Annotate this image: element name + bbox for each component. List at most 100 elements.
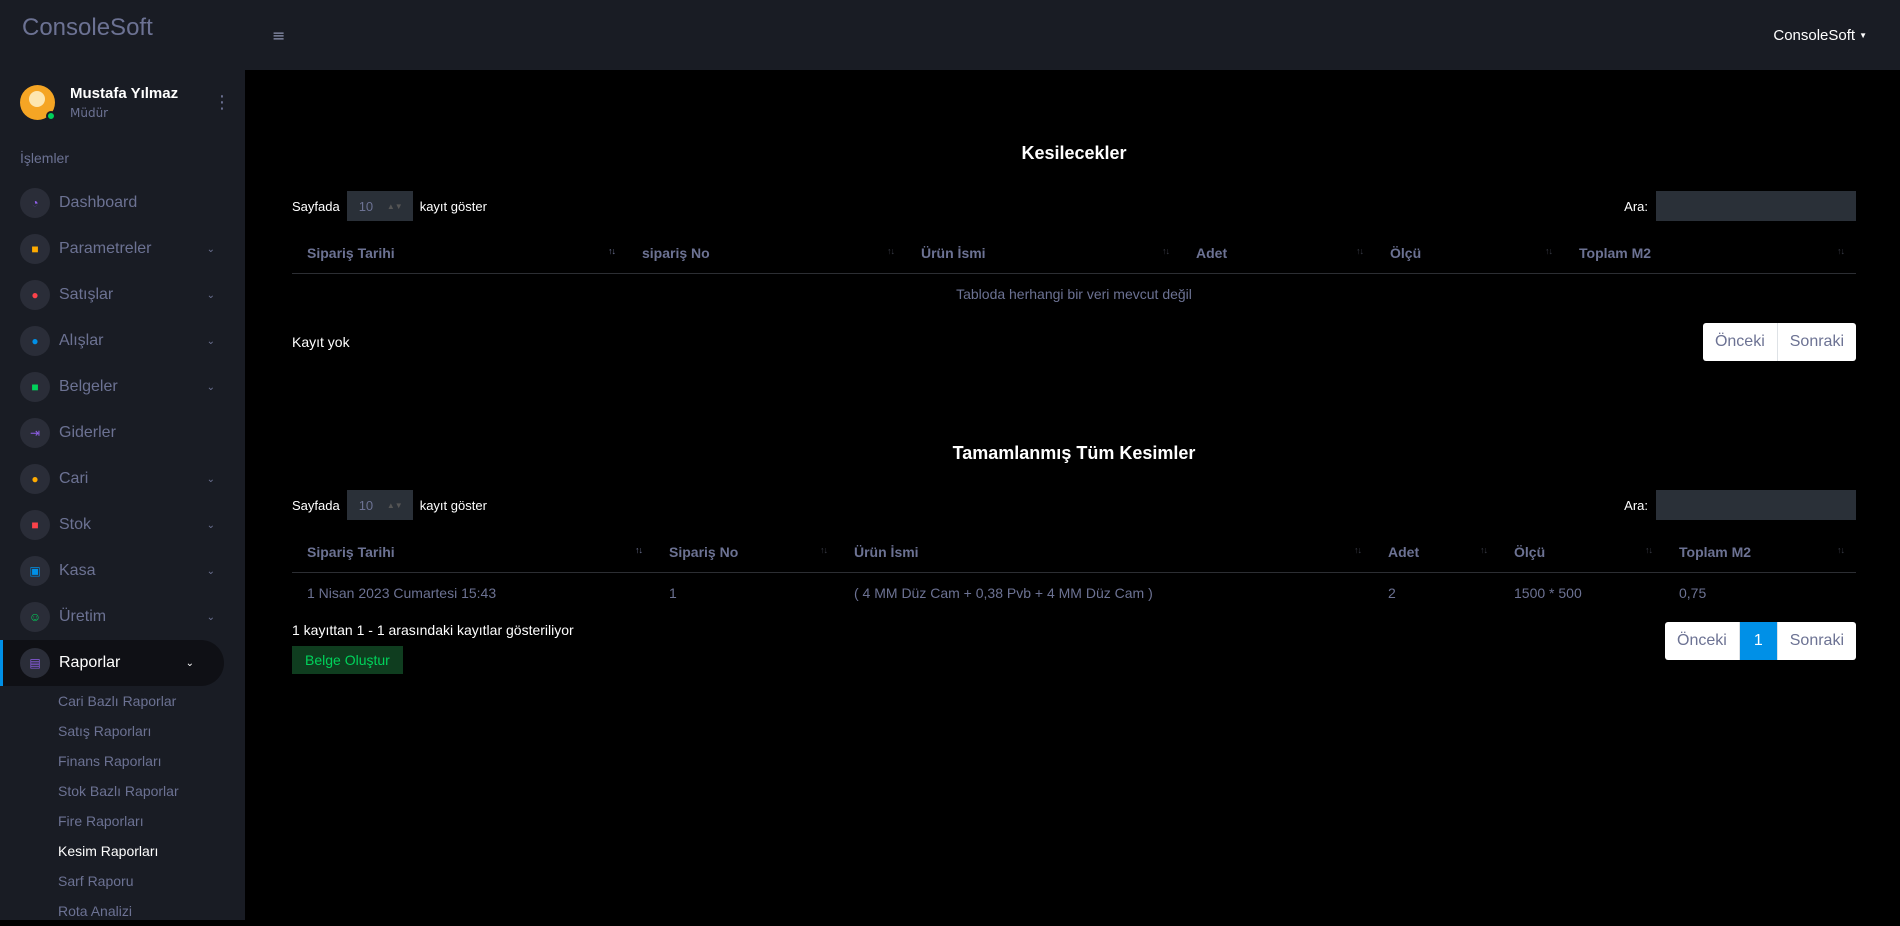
submenu-item[interactable]: Finans Raporları [58,746,245,776]
column-header[interactable]: Ölçü ↑↓ [1375,233,1564,274]
column-header[interactable]: Ürün İsmi ↑↓ [839,532,1373,573]
sidebar-item-uretim[interactable]: ☺ Üretim ⌄ [0,594,245,640]
column-header[interactable]: Toplam M2 ↑↓ [1664,532,1856,573]
table-footer: 1 kayıttan 1 - 1 arasındaki kayıtlar gös… [292,622,1856,674]
user-dropdown[interactable]: ConsoleSoft ▼ [1773,27,1867,44]
search-label: Ara: [1624,198,1648,214]
sidebar-item-kasa[interactable]: ▣ Kasa ⌄ [0,548,245,594]
page-length-select[interactable]: 10 ▲▼ [346,490,413,520]
page-length-select[interactable]: 10 ▲▼ [346,191,413,221]
tamamlanmis-table: Sipariş Tarihi ↑↓ Sipariş No ↑↓ Ürün İsmi ↑… [292,532,1856,614]
menu-toggle-icon[interactable]: ≡ [272,26,285,45]
sidebar-item-parametreler[interactable]: ■ Parametreler ⌄ [0,226,245,272]
sidebar-item-giderler[interactable]: ⇥ Giderler [0,410,245,456]
create-document-button[interactable]: Belge Oluştur [292,646,403,674]
cell-total-m2: 0,75 [1679,585,1707,602]
tamamlanmis-panel: Tamamlanmış Tüm Kesimler Sayfada 10 ▲▼ ka… [292,443,1856,674]
column-header[interactable]: Toplam M2 ↑↓ [1564,233,1856,274]
sort-icon: ↑↓ [1545,246,1553,256]
cell-quantity: 2 [1388,585,1396,602]
column-header[interactable]: Ölçü ↑↓ [1499,532,1664,573]
column-header[interactable]: Sipariş No ↑↓ [654,532,839,573]
chevron-down-icon: ⌄ [206,611,215,623]
brand-logo[interactable]: ConsoleSoft [0,0,245,70]
sidebar-item-label: Dashboard [59,194,138,211]
page-length-value: 10 [358,198,374,214]
search-label: Ara: [1624,497,1648,513]
pagination: Önceki 1 Sonraki [1665,622,1856,660]
column-header[interactable]: Ürün İsmi ↑↓ [906,233,1181,274]
panel-title: Tamamlanmış Tüm Kesimler [952,443,1196,463]
sort-icon: ↑↓ [820,545,828,555]
sidebar-item-cari[interactable]: ● Cari ⌄ [0,456,245,502]
people-icon: ● [20,464,50,494]
pagination: Önceki Sonraki [1702,323,1856,361]
clipboard-icon: ▤ [20,648,50,678]
avatar[interactable] [20,84,56,121]
sort-icon: ↑↓ [887,246,895,256]
submenu-item[interactable]: Cari Bazlı Raporlar [58,686,245,716]
length-prefix: Sayfada [292,497,340,513]
next-page-button[interactable]: Sonraki [1776,323,1856,361]
submenu-item-active[interactable]: Kesim Raporları [58,836,245,866]
sidebar-item-satislar[interactable]: ● Satışlar ⌄ [0,272,245,318]
search-input[interactable] [1656,191,1856,221]
sort-icon: ↑↓ [1162,246,1170,256]
prev-page-button[interactable]: Önceki [1665,622,1739,660]
sort-icon: ↑↓ [1354,545,1362,555]
kesilecekler-table: Sipariş Tarihi ↑↓ sipariş No ↑↓ Ürün İsmi ↑… [292,233,1856,315]
chevron-down-icon: ⌄ [206,335,215,347]
submenu-item[interactable]: Rota Analizi [58,896,245,926]
prev-page-button[interactable]: Önceki [1702,323,1777,361]
sidebar-item-alislar[interactable]: ● Alışlar ⌄ [0,318,245,364]
sidebar-item-dashboard[interactable]: ◔ Dashboard [0,180,245,226]
minus-circle-icon: ● [20,326,50,356]
submenu-item[interactable]: Satış Raporları [58,716,245,746]
section-label: İşlemler [20,150,70,166]
chevron-down-icon: ⌄ [206,519,215,531]
sidebar-item-stok[interactable]: ■ Stok ⌄ [0,502,245,548]
submenu-item[interactable]: Stok Bazlı Raporlar [58,776,245,806]
sort-icon: ↑↓ [1837,246,1845,256]
kesilecekler-panel: Kesilecekler Sayfada 10 ▲▼ kayıt göster A… [292,143,1856,361]
factory-icon: ☺ [20,602,50,632]
page-length-control: Sayfada 10 ▲▼ kayıt göster [292,191,487,221]
empty-table-message: Tabloda herhangi bir veri mevcut değil [956,286,1192,303]
cell-order-date: 1 Nisan 2023 Cumartesi 15:43 [307,585,497,602]
cell-dimension: 1500 * 500 [1514,585,1582,602]
column-header[interactable]: Sipariş Tarihi ↑↓ [292,532,654,573]
chevron-down-icon: ⌄ [206,289,215,301]
sidebar-item-raporlar[interactable]: ▤ Raporlar ⌄ [0,640,224,686]
table-header-row: Sipariş Tarihi ↑↓ Sipariş No ↑↓ Ürün İsmi ↑… [292,532,1856,573]
column-header[interactable]: sipariş No ↑↓ [627,233,906,274]
table-controls: Sayfada 10 ▲▼ kayıt göster Ara: [292,191,1856,221]
sidebar-item-belgeler[interactable]: ■ Belgeler ⌄ [0,364,245,410]
spinner-arrows-icon: ▲▼ [386,500,403,510]
submenu-item[interactable]: Fire Raporları [58,806,245,836]
column-header[interactable]: Adet ↑↓ [1373,532,1499,573]
arrow-collapse-icon: ⇥ [20,418,50,448]
next-page-button[interactable]: Sonraki [1776,622,1856,660]
sidebar-item-label: Kasa [59,562,96,579]
table-row[interactable]: 1 Nisan 2023 Cumartesi 15:43 1 ( 4 MM Dü… [292,572,1856,614]
sidebar-item-label: Parametreler [59,240,152,257]
chevron-down-icon: ⌄ [206,565,215,577]
sort-icon: ↑↓ [608,246,616,256]
submenu-item[interactable]: Sarf Raporu [58,866,245,896]
more-vertical-icon[interactable]: ⋮ [213,92,231,113]
main-content: Kesilecekler Sayfada 10 ▲▼ kayıt göster A… [292,70,1856,674]
chevron-down-icon: ⌄ [206,473,215,485]
search-input[interactable] [1656,490,1856,520]
speedometer-icon: ◔ [20,188,50,218]
column-header[interactable]: Adet ↑↓ [1181,233,1375,274]
page-1-button[interactable]: 1 [1738,622,1777,660]
cell-product-name: ( 4 MM Düz Cam + 0,38 Pvb + 4 MM Düz Cam… [854,585,1153,602]
sidebar-item-label: Cari [59,470,89,487]
cash-icon: ▣ [20,556,50,586]
raporlar-submenu: Cari Bazlı Raporlar Satış Raporları Fina… [0,686,245,926]
chevron-down-icon: ⌄ [206,243,215,255]
page-length-value: 10 [358,497,374,513]
sidebar-item-label: Stok [59,516,92,533]
table-info: 1 kayıttan 1 - 1 arasındaki kayıtlar gös… [292,622,574,638]
column-header[interactable]: Sipariş Tarihi ↑↓ [292,233,627,274]
